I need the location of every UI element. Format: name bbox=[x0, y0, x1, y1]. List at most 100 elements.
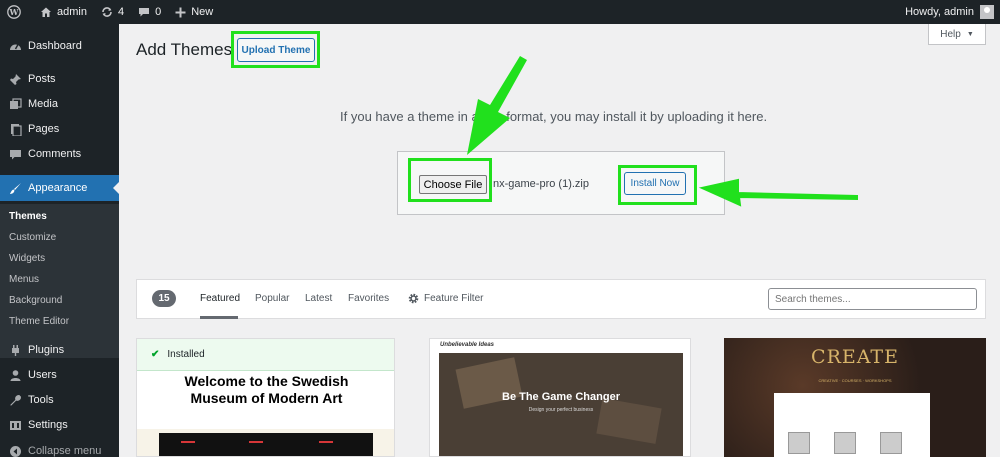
comments-link[interactable]: 0 bbox=[131, 0, 168, 24]
product-thumbnail bbox=[880, 432, 902, 454]
pin-icon bbox=[8, 72, 22, 86]
theme-logo-text: Unbelievable Ideas bbox=[440, 342, 495, 348]
sidebar-item-label: Media bbox=[28, 98, 58, 110]
theme-preview-title: CREATE bbox=[811, 346, 899, 368]
brush-icon bbox=[8, 181, 22, 195]
feature-filter-label: Feature Filter bbox=[424, 293, 484, 304]
sidebar-item-label: Collapse menu bbox=[28, 445, 102, 457]
dashboard-icon bbox=[8, 39, 22, 53]
plus-icon bbox=[175, 7, 186, 17]
upload-description: If you have a theme in a .zip format, yo… bbox=[340, 109, 768, 124]
heading-line-2: Museum of Modern Art bbox=[190, 390, 343, 406]
new-label: New bbox=[191, 6, 214, 18]
help-tab-button[interactable]: Help ▼ bbox=[928, 24, 986, 45]
gear-icon bbox=[408, 293, 419, 304]
submenu-background[interactable]: Background bbox=[9, 295, 62, 306]
collapse-icon bbox=[8, 444, 22, 457]
sidebar-item-tools[interactable]: Tools bbox=[0, 388, 119, 412]
hero-subtitle: Design your perfect business bbox=[528, 407, 594, 413]
media-icon bbox=[8, 97, 22, 111]
pages-icon bbox=[8, 122, 22, 136]
sidebar-item-label: Settings bbox=[28, 419, 68, 431]
theme-card-installed[interactable]: ✔ Installed Welcome to the Swedish Museu… bbox=[136, 338, 395, 457]
sidebar-item-label: Users bbox=[28, 369, 57, 381]
wrench-icon bbox=[8, 393, 22, 407]
feature-filter-button[interactable]: Feature Filter bbox=[408, 293, 483, 304]
collapse-menu-button[interactable]: Collapse menu bbox=[0, 439, 119, 457]
avatar bbox=[980, 5, 994, 19]
wordpress-logo-button[interactable]: W bbox=[0, 0, 33, 24]
updates-link[interactable]: 4 bbox=[94, 0, 131, 24]
tab-popular[interactable]: Popular bbox=[255, 293, 289, 304]
theme-card-create[interactable]: CREATE CREATIVE · COURSES · WORKSHOPS bbox=[724, 338, 986, 457]
tab-featured[interactable]: Featured bbox=[200, 293, 240, 304]
tab-latest[interactable]: Latest bbox=[305, 293, 332, 304]
active-tab-underline bbox=[200, 316, 238, 319]
arrow-to-install-now bbox=[698, 178, 858, 207]
installed-label: Installed bbox=[167, 349, 205, 360]
site-name-link[interactable]: admin bbox=[33, 0, 94, 24]
sidebar-item-label: Dashboard bbox=[28, 40, 82, 52]
sidebar-item-pages[interactable]: Pages bbox=[0, 117, 119, 141]
submenu-widgets[interactable]: Widgets bbox=[9, 253, 45, 264]
theme-preview-dark-block bbox=[159, 433, 373, 456]
heading-line-1: Welcome to the Swedish bbox=[184, 373, 349, 389]
sidebar-item-comments[interactable]: Comments bbox=[0, 142, 119, 166]
updates-count: 4 bbox=[117, 6, 125, 18]
theme-preview-header: Unbelievable Ideas bbox=[430, 339, 690, 353]
sidebar-item-media[interactable]: Media bbox=[0, 92, 119, 116]
sidebar-item-posts[interactable]: Posts bbox=[0, 67, 119, 91]
selected-file-name: nx-game-pro (1).zip bbox=[493, 178, 589, 190]
appearance-submenu: Themes Customize Widgets Menus Backgroun… bbox=[0, 204, 119, 358]
choose-file-highlight bbox=[408, 158, 492, 202]
admin-bar: W admin 4 0 New Howdy, admin bbox=[0, 0, 1000, 24]
sidebar-item-label: Comments bbox=[28, 148, 82, 160]
svg-text:W: W bbox=[9, 7, 20, 17]
theme-preview-subtitle: CREATIVE · COURSES · WORKSHOPS bbox=[818, 378, 892, 383]
sidebar-item-users[interactable]: Users bbox=[0, 363, 119, 387]
help-label: Help bbox=[940, 28, 961, 40]
theme-preview-hero bbox=[439, 353, 683, 456]
updates-icon bbox=[102, 7, 112, 17]
upload-button-highlight bbox=[231, 31, 320, 68]
tab-favorites[interactable]: Favorites bbox=[348, 293, 389, 304]
hero-title: Be The Game Changer bbox=[502, 391, 620, 403]
sidebar-item-plugins[interactable]: Plugins bbox=[0, 338, 119, 362]
user-icon bbox=[8, 368, 22, 382]
theme-preview-heading: Welcome to the Swedish Museum of Modern … bbox=[137, 373, 394, 407]
theme-card-game-changer[interactable]: Unbelievable Ideas Be The Game Changer D… bbox=[429, 338, 691, 457]
my-account-menu[interactable]: Howdy, admin bbox=[905, 5, 1000, 19]
submenu-themes[interactable]: Themes bbox=[9, 211, 47, 222]
checkmark-icon: ✔ bbox=[151, 349, 160, 360]
admin-sidebar: Dashboard Posts Media Pages Comments App… bbox=[0, 24, 119, 457]
install-now-highlight bbox=[618, 165, 697, 205]
plug-icon bbox=[8, 343, 22, 357]
sidebar-item-settings[interactable]: Settings bbox=[0, 413, 119, 437]
site-name-label: admin bbox=[57, 6, 87, 18]
caret-down-icon: ▼ bbox=[966, 30, 974, 38]
sidebar-item-label: Tools bbox=[28, 394, 54, 406]
comments-count: 0 bbox=[155, 6, 162, 18]
comment-icon bbox=[139, 8, 150, 17]
submenu-customize[interactable]: Customize bbox=[9, 232, 56, 243]
wordpress-icon: W bbox=[7, 5, 21, 19]
sidebar-item-label: Plugins bbox=[28, 344, 65, 356]
howdy-label: Howdy, admin bbox=[905, 6, 974, 18]
comment-icon bbox=[8, 147, 22, 161]
home-icon bbox=[41, 7, 51, 17]
search-themes-input[interactable] bbox=[768, 288, 977, 310]
arrow-to-choose-file bbox=[467, 56, 527, 155]
sidebar-item-dashboard[interactable]: Dashboard bbox=[0, 34, 119, 58]
submenu-theme-editor[interactable]: Theme Editor bbox=[9, 316, 69, 327]
sidebar-item-appearance[interactable]: Appearance bbox=[0, 175, 119, 201]
installed-notice: ✔ Installed bbox=[137, 339, 394, 371]
new-content-link[interactable]: New bbox=[168, 0, 220, 24]
settings-icon bbox=[8, 418, 22, 432]
sidebar-item-label: Posts bbox=[28, 73, 56, 85]
product-thumbnail bbox=[834, 432, 856, 454]
sidebar-item-label: Appearance bbox=[28, 182, 88, 194]
theme-count-badge: 15 bbox=[152, 290, 176, 307]
submenu-menus[interactable]: Menus bbox=[9, 274, 39, 285]
sidebar-item-label: Pages bbox=[28, 123, 60, 135]
product-thumbnail bbox=[788, 432, 810, 454]
